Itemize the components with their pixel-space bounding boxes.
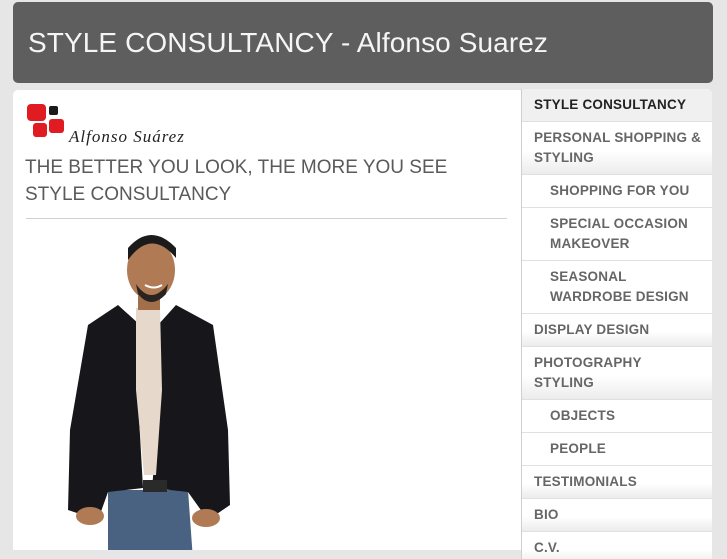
nav-item-style-consultancy[interactable]: STYLE CONSULTANCY: [522, 89, 712, 122]
nav-item-shopping-for-you[interactable]: SHOPPING FOR YOU: [522, 175, 712, 208]
nav-item-c-v[interactable]: C.V.: [522, 532, 712, 559]
logo-signature: Alfonso Suárez: [68, 127, 185, 146]
nav-item-objects[interactable]: OBJECTS: [522, 400, 712, 433]
nav-item-photography-styling[interactable]: PHOTOGRAPHY STYLING: [522, 347, 712, 400]
nav-item-special-occasion-makeover[interactable]: SPECIAL OCCASION MAKEOVER: [522, 208, 712, 261]
portrait-photo: [68, 235, 230, 550]
logo-square-red-bottom-right: [49, 119, 64, 133]
divider: [26, 218, 507, 219]
logo-square-red-large: [27, 104, 46, 121]
logo[interactable]: Alfonso Suárez: [25, 101, 255, 147]
tagline-line-2: STYLE CONSULTANCY: [25, 184, 232, 205]
nav-item-people[interactable]: PEOPLE: [522, 433, 712, 466]
logo-square-red-bottom-left: [33, 123, 47, 137]
sidebar-nav: STYLE CONSULTANCY PERSONAL SHOPPING & STY…: [521, 89, 712, 559]
tagline-line-1: THE BETTER YOU LOOK, THE MORE YOU SEE: [25, 157, 448, 178]
nav-item-testimonials[interactable]: TESTIMONIALS: [522, 466, 712, 499]
logo-square-dark: [49, 106, 58, 115]
tagline: THE BETTER YOU LOOK, THE MORE YOU SEE ST…: [25, 154, 515, 208]
main-content: Alfonso Suárez THE BETTER YOU LOOK, THE …: [13, 90, 521, 550]
nav-item-personal-shopping-styling[interactable]: PERSONAL SHOPPING & STYLING: [522, 122, 712, 175]
site-header: STYLE CONSULTANCY - Alfonso Suarez: [13, 2, 713, 83]
site-title[interactable]: STYLE CONSULTANCY - Alfonso Suarez: [28, 2, 713, 83]
nav-item-bio[interactable]: BIO: [522, 499, 712, 532]
nav-item-seasonal-wardrobe-design[interactable]: SEASONAL WARDROBE DESIGN: [522, 261, 712, 314]
nav-item-display-design[interactable]: DISPLAY DESIGN: [522, 314, 712, 347]
